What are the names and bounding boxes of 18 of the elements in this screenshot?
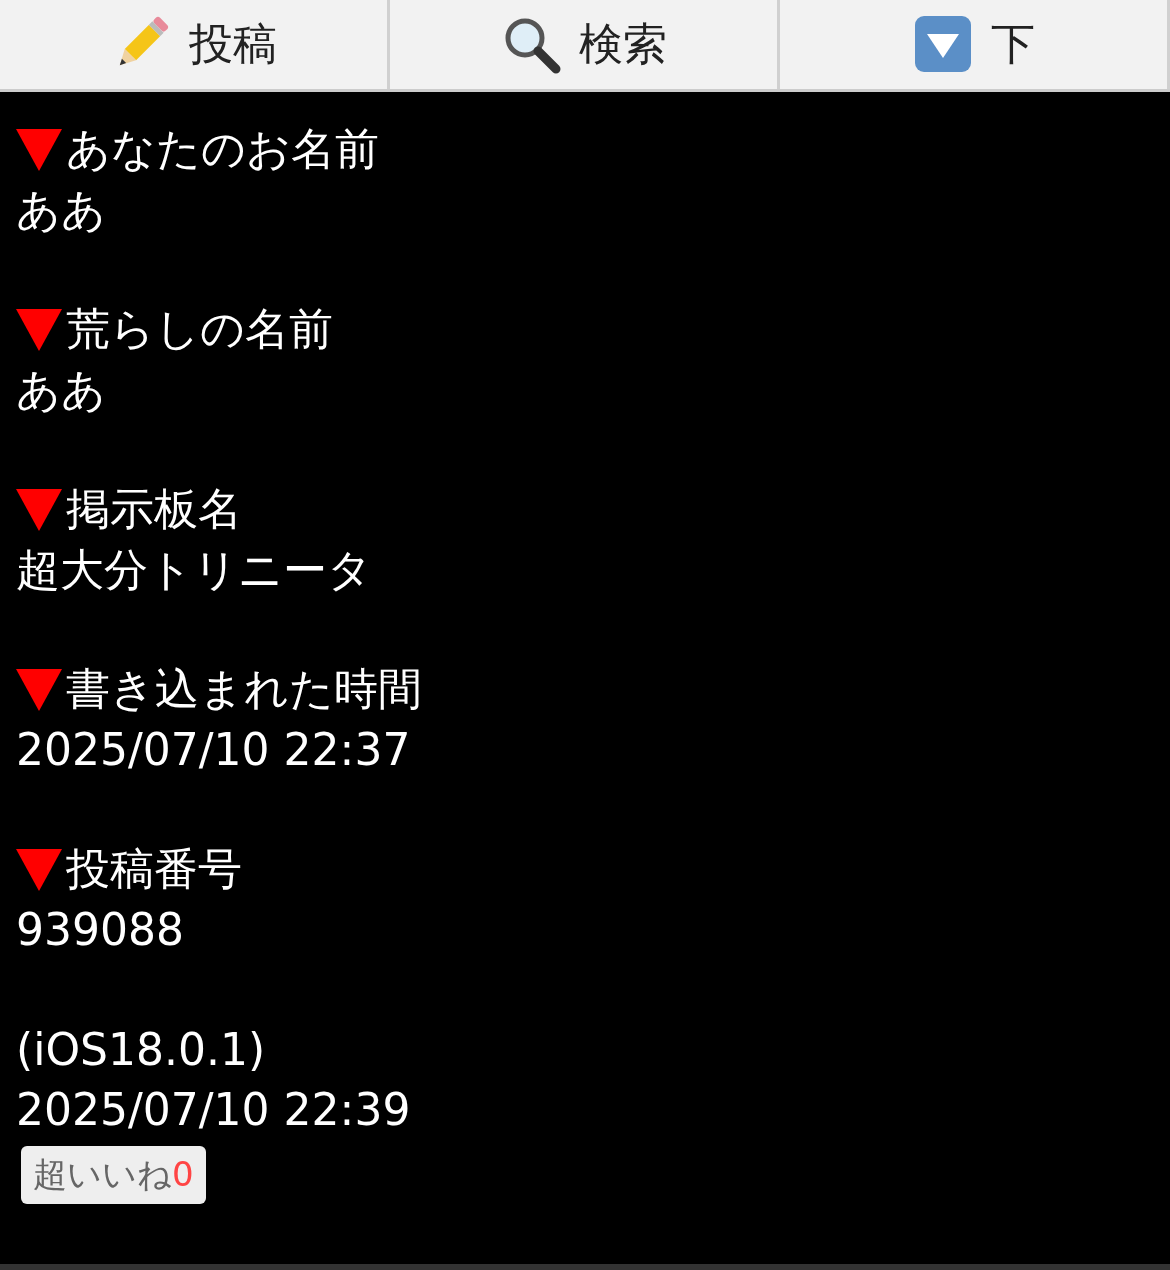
device-text: (iOS18.0.1) <box>16 1023 266 1075</box>
field-value: ああ <box>16 363 106 415</box>
field-value: 2025/07/10 22:37 <box>16 723 411 775</box>
triangle-icon <box>16 128 62 171</box>
triangle-icon <box>16 308 62 351</box>
field-label: 投稿番号 <box>66 842 242 897</box>
field-value: 939088 <box>16 903 184 955</box>
field-value: ああ <box>16 183 106 235</box>
field-label: 荒らしの名前 <box>66 302 333 357</box>
field-value: 超大分トリニータ <box>16 543 372 595</box>
field-label: 書き込まれた時間 <box>66 662 422 717</box>
triangle-icon <box>16 488 62 531</box>
triangle-icon <box>16 848 62 891</box>
field-label: 掲示板名 <box>66 482 242 537</box>
triangle-icon <box>16 668 62 711</box>
post-time: 2025/07/10 22:39 <box>16 1083 411 1135</box>
field-label: あなたのお名前 <box>66 122 379 177</box>
like-button[interactable]: 超いいね0 <box>21 1145 206 1204</box>
